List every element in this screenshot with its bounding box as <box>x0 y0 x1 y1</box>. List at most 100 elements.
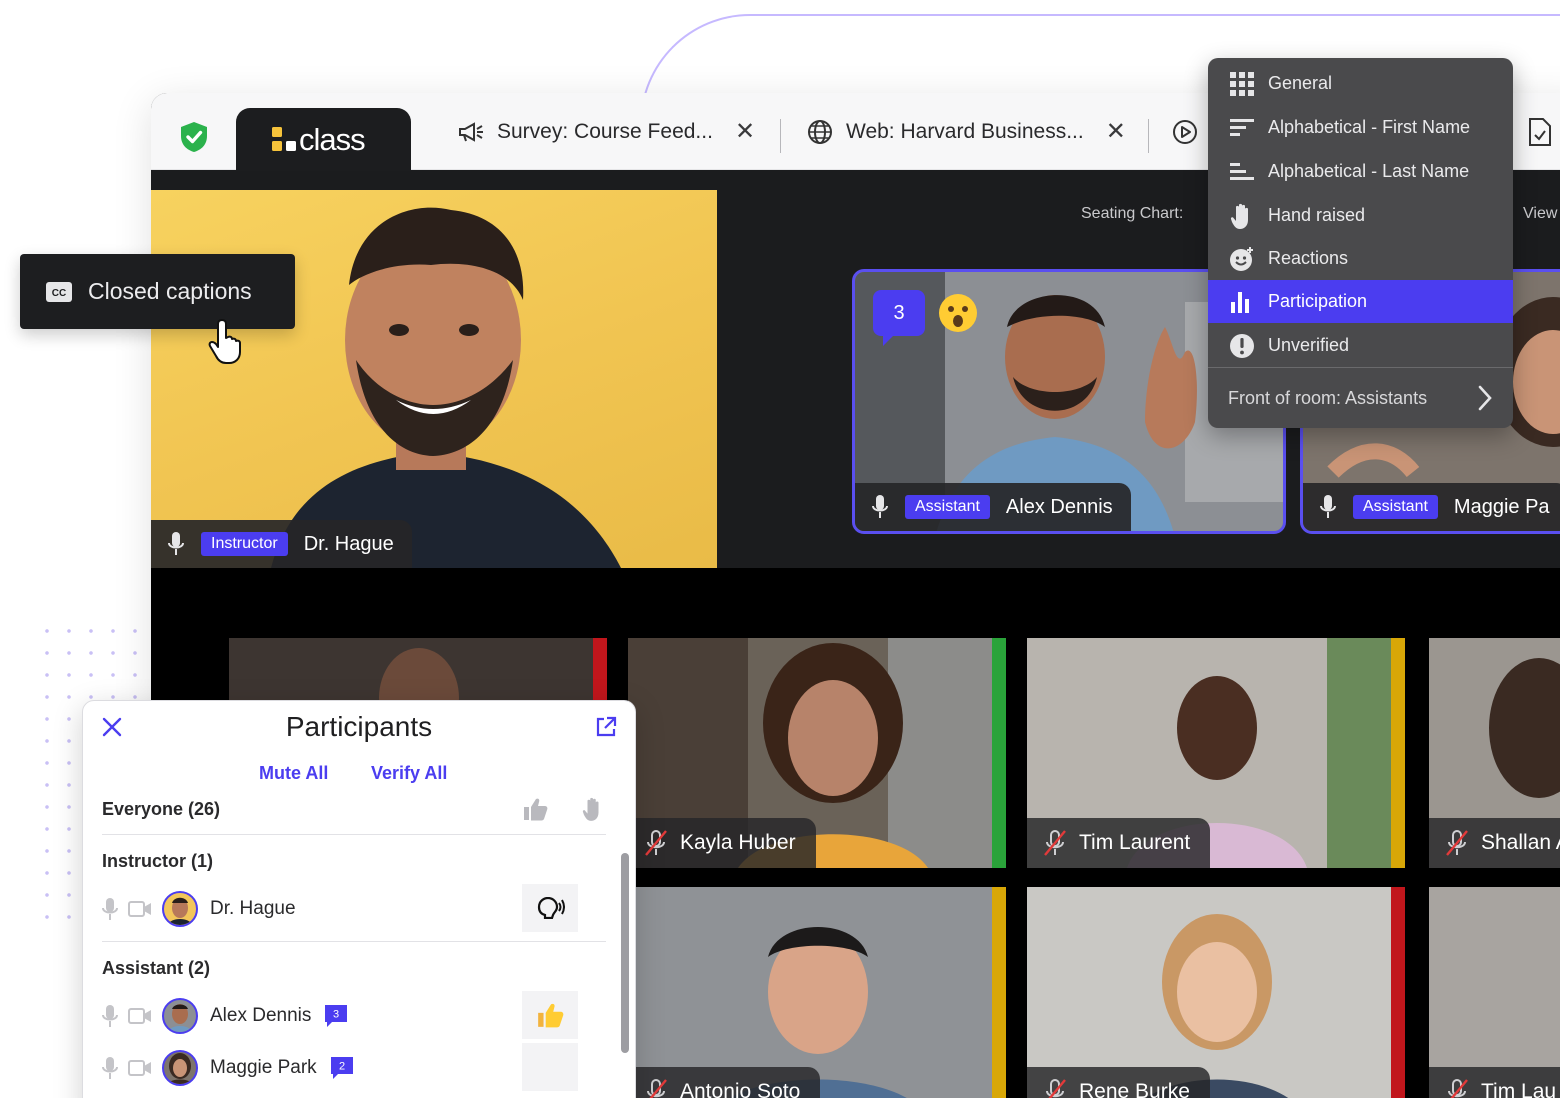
microphone-icon[interactable] <box>102 897 118 921</box>
tab-divider <box>780 119 781 153</box>
divider <box>102 834 606 835</box>
everyone-header: Everyone (26) <box>102 799 221 819</box>
menu-item-label: Reactions <box>1268 248 1349 268</box>
scrollbar[interactable] <box>621 853 629 1053</box>
chat-count-badge: 2 <box>330 1057 353 1079</box>
participant-name: Dr. Hague <box>303 532 394 555</box>
video-camera-icon[interactable] <box>128 900 152 918</box>
grid-icon <box>1228 70 1256 98</box>
seating-sort-menu: General Alphabetical - First Name Alphab… <box>1208 58 1513 428</box>
play-circle-icon <box>1171 118 1199 146</box>
reaction-cell <box>522 991 578 1039</box>
verify-all-button[interactable]: Verify All <box>371 763 447 784</box>
tab-document[interactable] <box>1526 93 1560 170</box>
tab-video[interactable] <box>1171 93 1211 170</box>
menu-item-label: Participation <box>1268 291 1368 311</box>
surprised-emoji-icon <box>939 294 977 332</box>
seating-chart-label: Seating Chart: <box>1081 205 1184 222</box>
hand-pointer-icon <box>208 319 241 364</box>
microphone-icon <box>872 495 888 518</box>
participant-name: Tim Lau <box>1481 1080 1557 1098</box>
tab-survey[interactable]: Survey: Course Feed... ✕ <box>457 93 755 170</box>
raised-hand-icon[interactable] <box>582 795 604 823</box>
microphone-icon <box>1320 495 1336 518</box>
microphone-muted-icon <box>647 1079 667 1098</box>
participant-row[interactable]: Alex Dennis 3 <box>102 991 606 1039</box>
participant-name: Maggie Park <box>210 1057 317 1078</box>
microphone-muted-icon <box>1448 1079 1468 1098</box>
participant-row[interactable]: Dr. Hague <box>102 884 606 932</box>
student-tile[interactable]: Rene Burke <box>1027 887 1405 1098</box>
close-icon[interactable]: ✕ <box>735 117 755 146</box>
menu-item-reactions[interactable]: Reactions <box>1208 237 1513 280</box>
video-camera-icon[interactable] <box>128 1007 152 1025</box>
menu-item-label: Alphabetical - First Name <box>1268 117 1471 137</box>
tab-survey-label: Survey: Course Feed... <box>497 119 713 143</box>
globe-icon <box>806 118 834 146</box>
student-nametag: Tim Laurent <box>1027 818 1211 868</box>
student-tile[interactable]: Tim Lau <box>1429 887 1560 1098</box>
tab-class-logo[interactable]: class <box>236 108 411 171</box>
student-nametag: Rene Burke <box>1027 1067 1210 1098</box>
close-icon[interactable]: ✕ <box>1106 117 1126 146</box>
status-bar <box>992 638 1006 868</box>
participant-name: Alex Dennis <box>210 1005 312 1026</box>
menu-item-hand-raised[interactable]: Hand raised <box>1208 194 1513 237</box>
assistant-section-header: Assistant (2) <box>102 958 211 978</box>
avatar <box>162 1050 198 1086</box>
alert-circle-icon <box>1228 332 1256 360</box>
student-tile[interactable]: Shallan A <box>1429 638 1560 868</box>
thumbs-up-icon[interactable] <box>522 797 548 821</box>
student-tile[interactable]: Antonio Soto <box>628 887 1006 1098</box>
microphone-icon[interactable] <box>102 1004 118 1028</box>
avatar <box>162 891 198 927</box>
student-nametag: Antonio Soto <box>628 1067 821 1098</box>
external-link-icon[interactable] <box>595 716 617 738</box>
menu-item-alpha-last[interactable]: Alphabetical - Last Name <box>1208 150 1513 193</box>
menu-item-unverified[interactable]: Unverified <box>1208 324 1513 367</box>
mute-all-button[interactable]: Mute All <box>259 763 328 784</box>
smiley-plus-icon <box>1228 245 1256 273</box>
class-logo-icon <box>272 127 296 151</box>
chat-count-bubble: 3 <box>873 290 925 346</box>
menu-item-label: Hand raised <box>1268 205 1366 225</box>
view-label[interactable]: View <box>1523 205 1557 223</box>
participant-name: Kayla Huber <box>680 831 796 854</box>
role-badge: Assistant <box>905 495 990 519</box>
instructor-portrait <box>271 207 621 568</box>
menu-item-participation[interactable]: Participation <box>1208 280 1513 323</box>
microphone-muted-icon <box>645 830 667 856</box>
student-nametag: Tim Lau <box>1429 1067 1560 1098</box>
participant-name: Antonio Soto <box>680 1080 801 1098</box>
microphone-icon <box>168 532 184 555</box>
closed-captions-label: Closed captions <box>88 278 252 304</box>
student-tile[interactable]: Kayla Huber <box>628 638 1006 868</box>
instructor-section-header: Instructor (1) <box>102 851 214 871</box>
sort-lines-icon <box>1228 114 1256 142</box>
participant-row[interactable]: Maggie Park 2 <box>102 1043 606 1091</box>
menu-item-general[interactable]: General <box>1208 62 1513 105</box>
instructor-nametag: Instructor Dr. Hague <box>151 520 412 568</box>
instructor-video-tile[interactable]: Instructor Dr. Hague <box>151 190 717 568</box>
panel-title: Participants <box>285 711 433 742</box>
menu-item-front-of-room[interactable]: Front of room: Assistants <box>1228 376 1493 420</box>
chat-count: 3 <box>333 1009 339 1021</box>
speaking-icon <box>537 897 565 919</box>
role-badge: Instructor <box>201 532 288 556</box>
closed-captions-icon: CC <box>46 281 72 302</box>
svg-text:CC: CC <box>52 288 66 299</box>
stage-divider <box>151 568 1560 638</box>
participant-name: Dr. Hague <box>210 898 296 919</box>
tab-web[interactable]: Web: Harvard Business... ✕ <box>806 93 1126 170</box>
participant-name: Shallan A <box>1481 831 1560 854</box>
screenshot-stage: class Survey: Course Feed... ✕ Web: Harv… <box>0 0 1560 1098</box>
megaphone-icon <box>457 118 485 146</box>
menu-divider <box>1208 367 1513 368</box>
video-camera-icon[interactable] <box>128 1059 152 1077</box>
menu-item-alpha-first[interactable]: Alphabetical - First Name <box>1208 106 1513 149</box>
student-tile[interactable]: Tim Laurent <box>1027 638 1405 868</box>
microphone-icon[interactable] <box>102 1056 118 1080</box>
microphone-muted-icon <box>1446 830 1468 856</box>
participant-name: Maggie Pa <box>1453 495 1550 518</box>
bar-chart-icon <box>1228 288 1256 316</box>
